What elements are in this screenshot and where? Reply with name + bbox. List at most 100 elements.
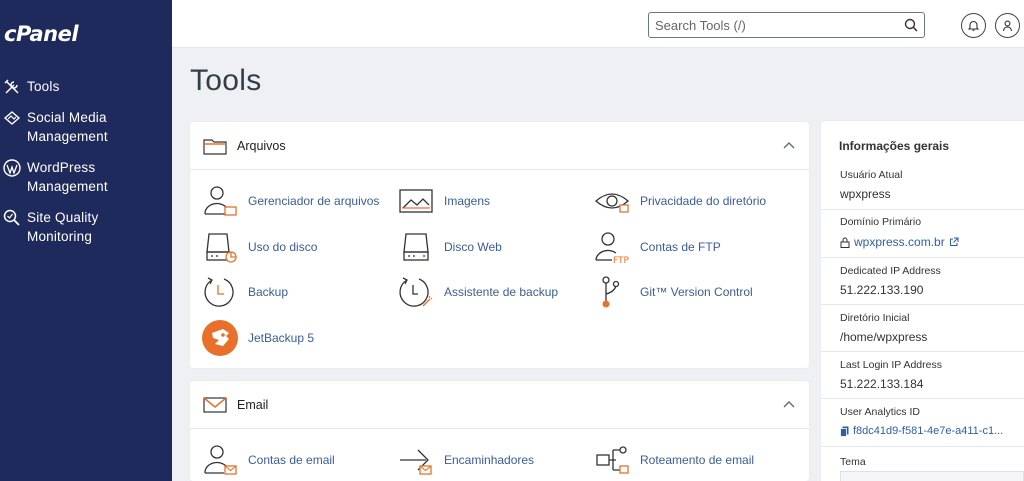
sidebar-item-site-quality[interactable]: Site Quality Monitoring: [0, 208, 172, 246]
tool-label: Encaminhadores: [444, 453, 535, 467]
sidebar-item-tools[interactable]: Tools: [0, 77, 172, 96]
tool-disk-usage[interactable]: Uso do disco: [202, 229, 317, 265]
tool-email-routing[interactable]: Roteamento de email: [594, 442, 754, 478]
section-arquivos: Arquivos Gerenciador de arquivos Imagens…: [190, 122, 809, 368]
ftp-accounts-icon: FTP: [595, 232, 630, 265]
tool-file-manager[interactable]: Gerenciador de arquivos: [202, 183, 379, 219]
sidebar-item-label: Tools: [27, 79, 60, 94]
top-header: [172, 0, 1024, 48]
analytics-id-text: f8dc41d9-f581-4e7e-a411-c1...: [853, 425, 1004, 437]
info-row-home-directory: Diretório Inicial /home/wpxpress: [821, 304, 1024, 351]
chevron-up-icon[interactable]: [783, 400, 795, 408]
copy-icon: [840, 426, 849, 437]
page-title: Tools: [190, 64, 262, 97]
tool-label: Contas de email: [248, 453, 335, 467]
forwarders-icon: [400, 449, 432, 475]
tool-directory-privacy[interactable]: Privacidade do diretório: [594, 183, 766, 219]
section-header-arquivos[interactable]: Arquivos: [190, 122, 809, 170]
sidebar-item-label: Site Quality: [27, 210, 99, 225]
tool-label: Roteamento de email: [640, 453, 755, 467]
email-routing-icon: [596, 446, 629, 474]
tool-images[interactable]: Imagens: [398, 183, 490, 219]
info-row-current-user: Usuário Atual wpxpress: [821, 165, 1024, 209]
sidebar: cPanel Tools Social Media Management Wor…: [0, 0, 172, 481]
tool-forwarders[interactable]: Encaminhadores: [398, 442, 534, 478]
tool-web-disk[interactable]: Disco Web: [398, 229, 502, 265]
tool-label: Privacidade do diretório: [640, 194, 767, 208]
sidebar-item-label: Management: [27, 179, 108, 194]
tool-label: JetBackup 5: [248, 331, 315, 345]
tool-label: Git™ Version Control: [640, 285, 753, 299]
sidebar-item-social-media[interactable]: Social Media Management: [0, 108, 172, 146]
info-label: Last Login IP Address: [840, 359, 942, 371]
folder-icon: [203, 138, 227, 155]
tool-jetbackup[interactable]: JetBackup 5: [202, 320, 314, 356]
primary-domain-link[interactable]: wpxpress.com.br: [840, 235, 959, 249]
backup-wizard-icon: [399, 277, 433, 307]
info-value: wpxpress: [840, 187, 891, 201]
info-row-dedicated-ip: Dedicated IP Address 51.222.133.190: [821, 257, 1024, 304]
tool-label: Backup: [248, 285, 289, 299]
envelope-icon: [203, 396, 227, 413]
svg-text:FTP: FTP: [613, 256, 630, 265]
site-quality-icon: [3, 209, 20, 226]
info-title: Informações gerais: [839, 139, 950, 153]
user-icon: [1002, 20, 1013, 32]
sidebar-item-label: WordPress: [27, 160, 96, 175]
backup-icon: [204, 277, 234, 307]
email-accounts-icon: [204, 445, 237, 475]
lock-icon: [840, 237, 850, 248]
info-label: Usuário Atual: [840, 169, 903, 181]
theme-select[interactable]: [840, 471, 1024, 481]
file-manager-icon: [204, 186, 237, 216]
tool-backup-wizard[interactable]: Assistente de backup: [398, 274, 558, 310]
tool-label: Assistente de backup: [444, 285, 559, 299]
jetbackup-icon: [202, 320, 238, 356]
info-row-last-login-ip: Last Login IP Address 51.222.133.184: [821, 351, 1024, 398]
general-info-panel: Informações gerais Usuário Atual wpxpres…: [821, 121, 1024, 481]
images-icon: [399, 189, 433, 213]
tool-git[interactable]: Git™ Version Control: [594, 274, 753, 310]
tool-label: Gerenciador de arquivos: [248, 194, 380, 208]
info-label: Dedicated IP Address: [840, 265, 941, 277]
analytics-id-value[interactable]: f8dc41d9-f581-4e7e-a411-c1...: [840, 425, 1003, 437]
tool-label: Uso do disco: [248, 240, 318, 254]
section-email: Email Contas de email Encaminhadores Rot…: [190, 381, 809, 481]
info-label: Tema: [840, 456, 866, 468]
external-link-icon: [949, 237, 959, 246]
primary-domain-text: wpxpress.com.br: [854, 235, 945, 249]
tool-label: Disco Web: [444, 240, 502, 254]
chevron-up-icon[interactable]: [783, 141, 795, 149]
directory-privacy-icon: [595, 193, 629, 213]
tool-ftp-accounts[interactable]: FTP Contas de FTP: [594, 229, 721, 265]
disk-usage-icon: [206, 233, 237, 263]
git-icon: [602, 276, 620, 308]
info-value: /home/wpxpress: [840, 330, 928, 344]
notifications-button[interactable]: [961, 13, 986, 38]
sidebar-item-label: Social Media: [27, 110, 107, 125]
info-value: 51.222.133.184: [840, 377, 924, 391]
section-header-email[interactable]: Email: [190, 381, 809, 429]
sidebar-item-label: Monitoring: [27, 229, 93, 244]
info-label: User Analytics ID: [840, 406, 920, 418]
user-button[interactable]: [995, 13, 1020, 38]
social-media-icon: [3, 111, 21, 125]
tools-icon: [4, 79, 19, 94]
search-input[interactable]: [649, 17, 894, 33]
info-label: Diretório Inicial: [840, 312, 910, 324]
tool-email-accounts[interactable]: Contas de email: [202, 442, 335, 478]
search-box[interactable]: [648, 12, 925, 38]
tool-label: Contas de FTP: [640, 240, 721, 254]
sidebar-item-wordpress[interactable]: WordPress Management: [0, 158, 172, 196]
web-disk-icon: [403, 233, 429, 261]
info-value: 51.222.133.190: [840, 283, 924, 297]
section-title: Arquivos: [237, 138, 286, 153]
wordpress-icon: [3, 159, 21, 177]
tool-backup[interactable]: Backup: [202, 274, 288, 310]
sidebar-item-label: Management: [27, 129, 108, 144]
cpanel-logo[interactable]: cPanel: [4, 22, 79, 46]
info-row-primary-domain: Domínio Primário wpxpress.com.br: [821, 209, 1024, 257]
tool-label: Imagens: [444, 194, 491, 208]
search-icon[interactable]: [904, 18, 918, 32]
section-title: Email: [237, 397, 269, 412]
